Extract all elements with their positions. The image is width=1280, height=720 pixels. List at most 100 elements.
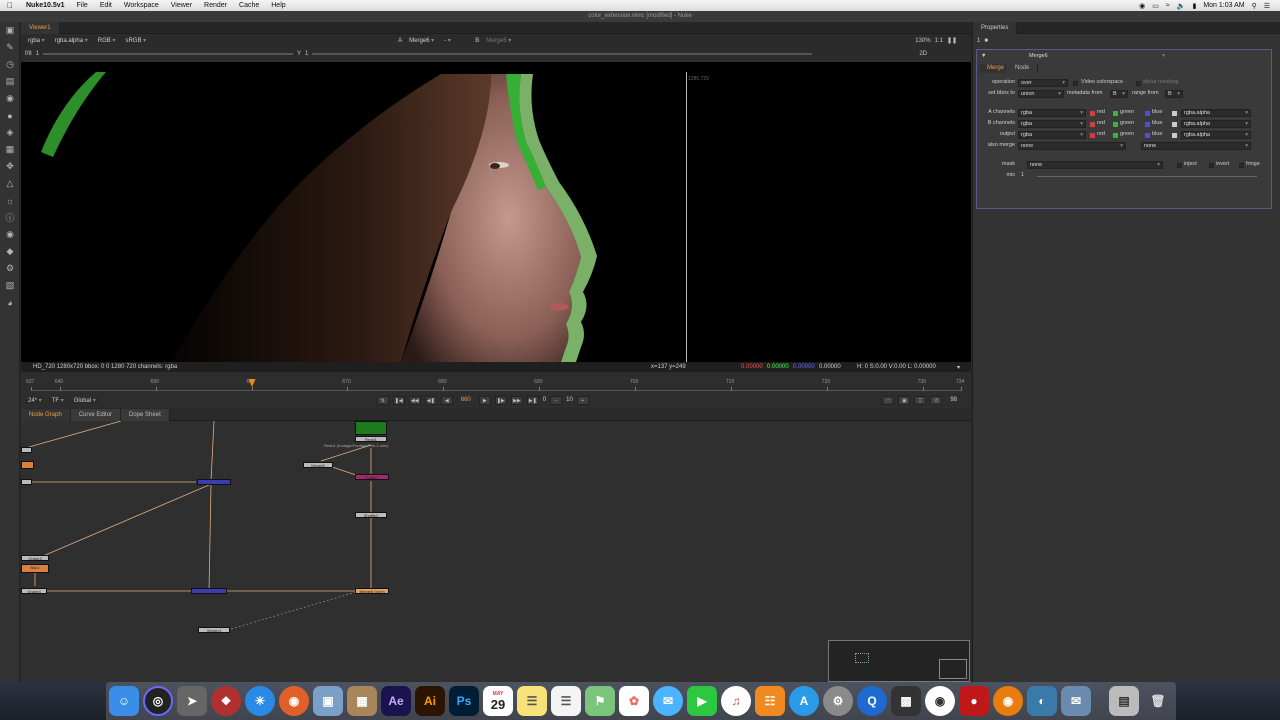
toolsets-icon[interactable]: ◆: [0, 243, 20, 260]
current-frame-field[interactable]: 660: [457, 397, 475, 403]
safari-icon[interactable]: ✳: [245, 686, 275, 716]
lut-dropdown[interactable]: sRGB: [122, 37, 150, 44]
tab-node-graph[interactable]: Node Graph: [21, 408, 71, 421]
out-red-checkbox[interactable]: [1090, 133, 1095, 138]
preview-icon[interactable]: ▣: [313, 686, 343, 716]
loop-icon[interactable]: □: [882, 395, 895, 405]
b-red-checkbox[interactable]: [1090, 122, 1095, 127]
bounce-icon[interactable]: ▣: [898, 395, 911, 405]
menu-viewer[interactable]: Viewer: [165, 2, 198, 9]
shuffle-node[interactable]: Shuffle2: [355, 512, 387, 518]
davinci-icon[interactable]: ❖: [211, 686, 241, 716]
airplay-icon[interactable]: ▭: [1152, 2, 1159, 10]
a-alpha-checkbox[interactable]: [1172, 111, 1177, 116]
lock-icon[interactable]: ⎕: [914, 395, 927, 405]
flipbook-icon[interactable]: ⏻: [930, 395, 943, 405]
out-green-checkbox[interactable]: [1113, 133, 1118, 138]
node-name-field[interactable]: Merge6: [1027, 53, 1167, 61]
downloads-icon[interactable]: ▤: [1109, 686, 1139, 716]
graph-node[interactable]: [21, 447, 32, 453]
time-tools-icon[interactable]: ◷: [0, 56, 20, 73]
final-cut-icon[interactable]: ▩: [891, 686, 921, 716]
gain-slider[interactable]: [43, 52, 294, 55]
channels-dropdown[interactable]: rgba: [25, 37, 48, 44]
skip-forward-icon[interactable]: +: [576, 395, 589, 405]
frame-zero[interactable]: 0: [543, 397, 546, 403]
in-out-icon[interactable]: ⇅: [376, 395, 389, 405]
blender-icon[interactable]: ◉: [993, 686, 1023, 716]
inject-checkbox[interactable]: [1177, 163, 1182, 168]
ibooks-icon[interactable]: ☷: [755, 686, 785, 716]
channel-tools-icon[interactable]: ▤: [0, 73, 20, 90]
a-blue-checkbox[interactable]: [1145, 111, 1150, 116]
proxy-value[interactable]: 1:1: [935, 38, 943, 44]
keyer-tools-icon[interactable]: ◈: [0, 124, 20, 141]
gamma-slider[interactable]: [312, 52, 813, 55]
last-frame-icon[interactable]: ▶❚: [526, 395, 539, 405]
view-mode[interactable]: 2D: [919, 51, 971, 57]
grade3-node[interactable]: Grade3: [21, 555, 49, 561]
3d-tools-icon[interactable]: △: [0, 175, 20, 192]
step-size[interactable]: 10: [566, 397, 573, 403]
a-green-checkbox[interactable]: [1113, 111, 1118, 116]
info-dropdown-icon[interactable]: ▾: [957, 364, 960, 371]
wipe-dropdown[interactable]: -: [441, 37, 472, 44]
chrome-icon[interactable]: ◉: [925, 686, 955, 716]
b-alpha-dropdown[interactable]: rgba.alpha: [1181, 120, 1251, 128]
prev-keyframe-icon[interactable]: ◀◀: [408, 395, 421, 405]
input-a-dropdown[interactable]: Merge6: [406, 37, 438, 44]
color-tools-icon[interactable]: ◉: [0, 90, 20, 107]
filter-tools-icon[interactable]: ●: [0, 107, 20, 124]
facetime-icon[interactable]: ▶: [687, 686, 717, 716]
app-menu[interactable]: Nuke10.5v1: [20, 2, 71, 9]
zoom-value[interactable]: 130%: [915, 38, 930, 44]
global-dropdown[interactable]: Global: [70, 396, 99, 404]
mail-icon[interactable]: ✉: [1061, 686, 1091, 716]
tab-properties[interactable]: Properties: [973, 21, 1018, 34]
finder-icon[interactable]: ☺: [109, 686, 139, 716]
read-thumbnail[interactable]: [355, 421, 387, 435]
merge-tools-icon[interactable]: ▦: [0, 141, 20, 158]
node-graph-canvas[interactable]: Grade3 Blur1 Grade4 Read1 Read1 (footage…: [21, 421, 971, 682]
alpha-masking-checkbox[interactable]: [1136, 81, 1141, 86]
merge6-node[interactable]: Merge6 (over): [355, 588, 389, 594]
metadata-tools-icon[interactable]: ⓘ: [0, 209, 20, 226]
system-preferences-icon[interactable]: ⚙: [823, 686, 853, 716]
metadata-from-dropdown[interactable]: B: [1110, 90, 1128, 98]
video-colorspace-checkbox[interactable]: [1073, 81, 1078, 86]
skip-back-icon[interactable]: −: [550, 395, 563, 405]
also-merge-dropdown-2[interactable]: none: [1141, 142, 1251, 150]
grade1-node[interactable]: Grade1: [355, 474, 389, 480]
alpha-channel-dropdown[interactable]: rgba.alpha: [51, 37, 91, 44]
mask-dropdown[interactable]: none: [1027, 161, 1163, 169]
blur1-node[interactable]: Blur1: [21, 564, 49, 573]
next-keyframe-icon[interactable]: ▶▶: [510, 395, 523, 405]
app-store-icon[interactable]: A: [789, 686, 819, 716]
step-forward-icon[interactable]: ❚▶: [494, 395, 507, 405]
siri-icon[interactable]: ◎: [143, 686, 173, 716]
tab-curve-editor[interactable]: Curve Editor: [70, 408, 122, 421]
operation-dropdown[interactable]: over: [1018, 79, 1068, 87]
graph-node[interactable]: [21, 479, 32, 485]
gamma-label[interactable]: Y: [297, 51, 301, 57]
apple-menu-icon[interactable]: : [0, 1, 20, 10]
notification-center-icon[interactable]: ☰: [1264, 2, 1270, 10]
out-alpha-dropdown[interactable]: rgba.alpha: [1181, 131, 1251, 139]
volume-icon[interactable]: 🔈: [1177, 2, 1186, 10]
clock[interactable]: Mon 1:03 AM: [1203, 2, 1244, 9]
quicktime-icon[interactable]: Q: [857, 686, 887, 716]
a-channels-dropdown[interactable]: rgba: [1018, 109, 1086, 117]
tab-viewer1[interactable]: Viewer1: [21, 21, 60, 34]
play-backward-icon[interactable]: ◀: [440, 395, 453, 405]
views-tools-icon[interactable]: ☼: [0, 192, 20, 209]
gamma-value[interactable]: 1: [305, 51, 308, 57]
image-capture-icon[interactable]: ◐: [1027, 686, 1057, 716]
range-from-dropdown[interactable]: B: [1165, 90, 1183, 98]
maps-icon[interactable]: ⚑: [585, 686, 615, 716]
menu-render[interactable]: Render: [198, 2, 233, 9]
timeline-ruler[interactable]: 637640650660670680690700710720730734: [26, 379, 964, 391]
b-blue-checkbox[interactable]: [1145, 122, 1150, 127]
illustrator-icon[interactable]: Ai: [415, 686, 445, 716]
furnace-tools-icon[interactable]: ▧: [0, 277, 20, 294]
archive-icon[interactable]: ▦: [347, 686, 377, 716]
